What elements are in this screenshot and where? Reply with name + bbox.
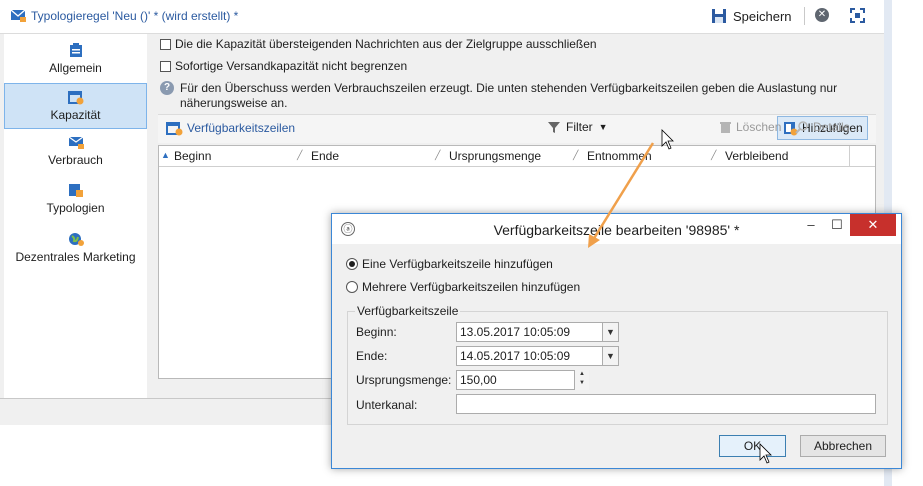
cancel-button[interactable]: Abbrechen — [800, 435, 886, 457]
sidebar-item-typologien[interactable]: Typologien — [4, 182, 147, 218]
sidebar-item-label: Kapazität — [50, 108, 101, 122]
radio-single-row[interactable]: Eine Verfügbarkeitszeile hinzufügen — [346, 257, 553, 271]
sidebar-item-verbrauch[interactable]: Verbrauch — [4, 134, 147, 170]
sidebar-item-label: Dezentrales Marketing — [15, 250, 136, 264]
cancel-label: Abbrechen — [813, 439, 873, 453]
quantity-label: Ursprungsmenge: — [356, 373, 452, 387]
info-icon: ? — [160, 81, 174, 95]
consumption-icon — [68, 136, 84, 149]
save-label: Speichern — [733, 8, 792, 24]
subchannel-field[interactable] — [456, 394, 876, 414]
spin-up-icon[interactable]: ▲ — [575, 370, 589, 379]
sort-ascending-icon: ▲ — [161, 150, 170, 160]
column-divider: ╱ — [573, 150, 579, 160]
radio-single-label: Eine Verfügbarkeitszeile hinzufügen — [362, 257, 553, 271]
sidebar-item-dezentrales-marketing[interactable]: Dezentrales Marketing — [4, 231, 147, 267]
sidebar-item-label: Typologien — [46, 201, 105, 215]
spin-buttons[interactable]: ▲ ▼ — [574, 370, 589, 390]
subchannel-label: Unterkanal: — [356, 398, 418, 412]
start-value: 13.05.2017 10:05:09 — [460, 325, 571, 339]
grid-header: ▲ Beginn ╱ Ende ╱ Ursprungsmenge ╱ Entno… — [159, 146, 875, 167]
no-limit-checkbox[interactable] — [160, 60, 171, 72]
sidebar-item-kapazitaet[interactable]: Kapazität — [4, 83, 147, 129]
save-button[interactable]: Speichern — [711, 5, 792, 27]
chevron-down-icon: ▼ — [598, 122, 608, 132]
column-header-ende[interactable]: Ende — [311, 149, 339, 163]
exclude-overflow-label: Die die Kapazität übersteigenden Nachric… — [175, 37, 597, 51]
quantity-value: 150,00 — [460, 373, 497, 387]
exclude-overflow-checkbox[interactable] — [160, 38, 171, 50]
chevron-down-icon[interactable]: ▼ — [602, 346, 619, 366]
typology-icon — [68, 184, 83, 197]
no-limit-label: Sofortige Versandkapazität nicht begrenz… — [175, 59, 408, 73]
filter-button[interactable]: Filter ▼ — [547, 120, 608, 134]
radio-multi[interactable] — [346, 281, 358, 293]
sidebar-item-label: Allgemein — [49, 61, 102, 75]
edit-availability-dialog: ⓐ Verfügbarkeitszeile bearbeiten '98985'… — [331, 213, 902, 469]
window-title: Typologieregel 'Neu ()' * (wird erstellt… — [31, 9, 239, 23]
start-field[interactable]: 13.05.2017 10:05:09 ▼ — [456, 322, 619, 342]
typology-rule-icon — [10, 9, 26, 22]
close-icon[interactable]: ✕ — [815, 8, 829, 22]
sidebar-item-label: Verbrauch — [48, 153, 103, 167]
magnifier-icon — [795, 121, 808, 134]
close-icon[interactable]: ✕ — [850, 214, 896, 236]
column-divider: ╱ — [711, 150, 717, 160]
fullscreen-icon[interactable] — [850, 8, 865, 23]
save-icon — [712, 9, 726, 23]
start-label: Beginn: — [356, 325, 397, 339]
trash-icon — [720, 122, 731, 133]
radio-multi-label: Mehrere Verfügbarkeitszeilen hinzufügen — [362, 280, 581, 294]
sidebar-item-allgemein[interactable]: Allgemein — [4, 38, 147, 80]
end-field[interactable]: 14.05.2017 10:05:09 ▼ — [456, 346, 619, 366]
quantity-stepper[interactable]: 150,00 ▲ ▼ — [456, 370, 589, 390]
radio-multi-row[interactable]: Mehrere Verfügbarkeitszeilen hinzufügen — [346, 280, 580, 294]
details-button[interactable]: Details... — [795, 120, 860, 134]
spin-down-icon[interactable]: ▼ — [575, 379, 589, 388]
exclude-overflow-checkbox-row[interactable]: Die die Kapazität übersteigenden Nachric… — [160, 37, 597, 51]
details-label: Details... — [813, 120, 860, 134]
column-header-entnommen[interactable]: Entnommen — [587, 149, 652, 163]
ok-label: OK — [743, 439, 762, 453]
sidebar: Allgemein Kapazität Verbrauch Typologien… — [4, 34, 147, 398]
availability-calendar-icon — [166, 122, 183, 136]
delete-button[interactable]: Löschen — [719, 120, 781, 134]
filter-icon — [548, 122, 560, 133]
maximize-icon[interactable]: ☐ — [824, 214, 850, 236]
column-divider: ╱ — [435, 150, 441, 160]
title-bar: Typologieregel 'Neu ()' * (wird erstellt… — [0, 0, 884, 34]
filter-label: Filter — [566, 120, 593, 134]
column-header-verbleibend[interactable]: Verbleibend — [725, 149, 788, 163]
no-limit-checkbox-row[interactable]: Sofortige Versandkapazität nicht begrenz… — [160, 59, 407, 73]
grid-toolbar: Verfügbarkeitszeilen Filter ▼ Hinzufügen… — [158, 114, 876, 143]
end-label: Ende: — [356, 349, 388, 363]
column-header-ursprungsmenge[interactable]: Ursprungsmenge — [449, 149, 541, 163]
toolbar-separator — [804, 7, 805, 25]
dialog-title-bar: ⓐ Verfügbarkeitszeile bearbeiten '98985'… — [332, 214, 901, 244]
column-divider: ╱ — [297, 150, 303, 160]
group-label: Verfügbarkeitszeile — [355, 304, 461, 318]
info-text: Für den Überschuss werden Verbrauchszeil… — [180, 81, 838, 110]
chevron-down-icon[interactable]: ▼ — [602, 322, 619, 342]
column-divider — [849, 146, 850, 166]
clipboard-icon — [69, 43, 82, 57]
globe-icon — [68, 233, 84, 246]
radio-single[interactable] — [346, 258, 358, 270]
grid-title: Verfügbarkeitszeilen — [166, 120, 295, 136]
grid-title-label: Verfügbarkeitszeilen — [187, 121, 296, 135]
ok-button[interactable]: OK — [719, 435, 786, 457]
column-header-beginn[interactable]: Beginn — [174, 149, 211, 163]
end-value: 14.05.2017 10:05:09 — [460, 349, 571, 363]
minimize-icon[interactable]: – — [798, 214, 824, 236]
capacity-calendar-icon — [67, 91, 83, 105]
delete-label: Löschen — [736, 120, 782, 134]
